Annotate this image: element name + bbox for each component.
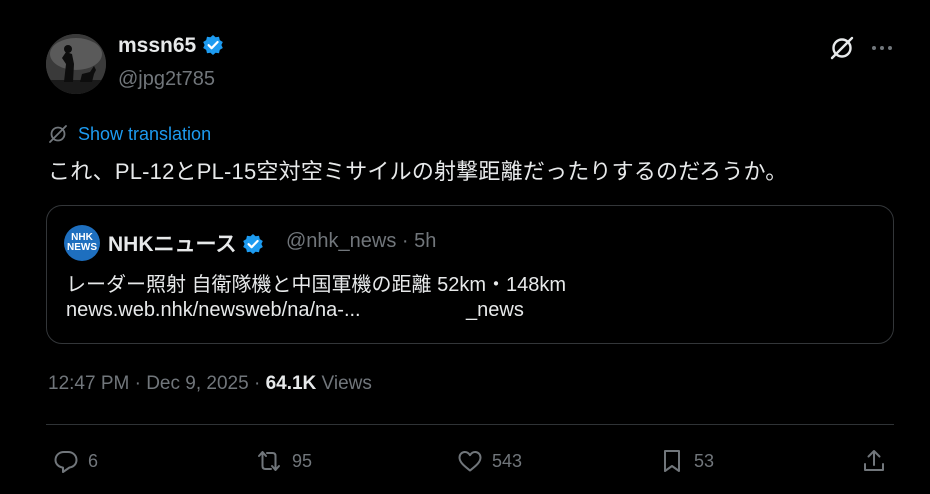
author-handle[interactable]: @jpg2t785 xyxy=(118,68,215,91)
show-translation-link[interactable]: Show translation xyxy=(48,122,211,146)
reply-icon xyxy=(54,451,78,473)
share-button[interactable] xyxy=(860,445,888,477)
show-translation-label[interactable]: Show translation xyxy=(78,124,211,145)
divider xyxy=(46,424,894,425)
tweet-text: これ、PL-12とPL-15空対空ミサイルの射撃距離だったりするのだろうか。 xyxy=(48,159,788,184)
bookmark-count: 53 xyxy=(694,450,715,471)
quoted-tweet-link-tail: _news xyxy=(466,299,524,321)
author-name-text[interactable]: mssn65 xyxy=(118,34,196,57)
like-icon xyxy=(458,451,482,472)
views-label: Views xyxy=(316,373,372,394)
quoted-author-avatar: NHK NEWS xyxy=(64,225,100,261)
share-icon xyxy=(864,450,884,471)
repost-count: 95 xyxy=(292,450,313,471)
reply-count: 6 xyxy=(88,450,99,471)
repost-button[interactable]: 95 xyxy=(254,445,312,477)
verified-icon xyxy=(243,234,264,254)
like-count: 543 xyxy=(492,450,523,471)
quoted-tweet-link[interactable]: news.web.nhk/newsweb/na/na-... xyxy=(66,299,361,322)
reply-button[interactable]: 6 xyxy=(52,445,98,477)
author-avatar[interactable] xyxy=(46,34,106,94)
grok-icon[interactable] xyxy=(828,34,856,62)
like-button[interactable]: 543 xyxy=(456,445,522,477)
verified-icon xyxy=(203,35,224,55)
author-display-name[interactable]: mssn65 xyxy=(118,34,224,58)
views-count: 64.1K xyxy=(265,373,317,394)
bookmark-button[interactable]: 53 xyxy=(658,445,714,477)
translate-icon xyxy=(49,125,67,143)
tweet-timestamp[interactable]: 12:47 PM · Dec 9, 2025 · xyxy=(48,373,266,394)
quoted-author-handle-time: @nhk_news · 5h xyxy=(286,230,437,252)
tweet-meta: 12:47 PM · Dec 9, 2025 · 64.1K Views xyxy=(48,373,372,395)
repost-icon xyxy=(258,451,280,471)
bookmark-icon xyxy=(664,450,680,472)
more-icon[interactable] xyxy=(868,36,896,60)
quoted-author-name: NHKニュース xyxy=(108,228,264,258)
avatar-image xyxy=(46,34,106,94)
quoted-author-name-text: NHKニュース xyxy=(108,233,237,256)
quoted-tweet-text: レーダー照射 自衛隊機と中国軍機の距離 52km・148km xyxy=(66,274,567,296)
